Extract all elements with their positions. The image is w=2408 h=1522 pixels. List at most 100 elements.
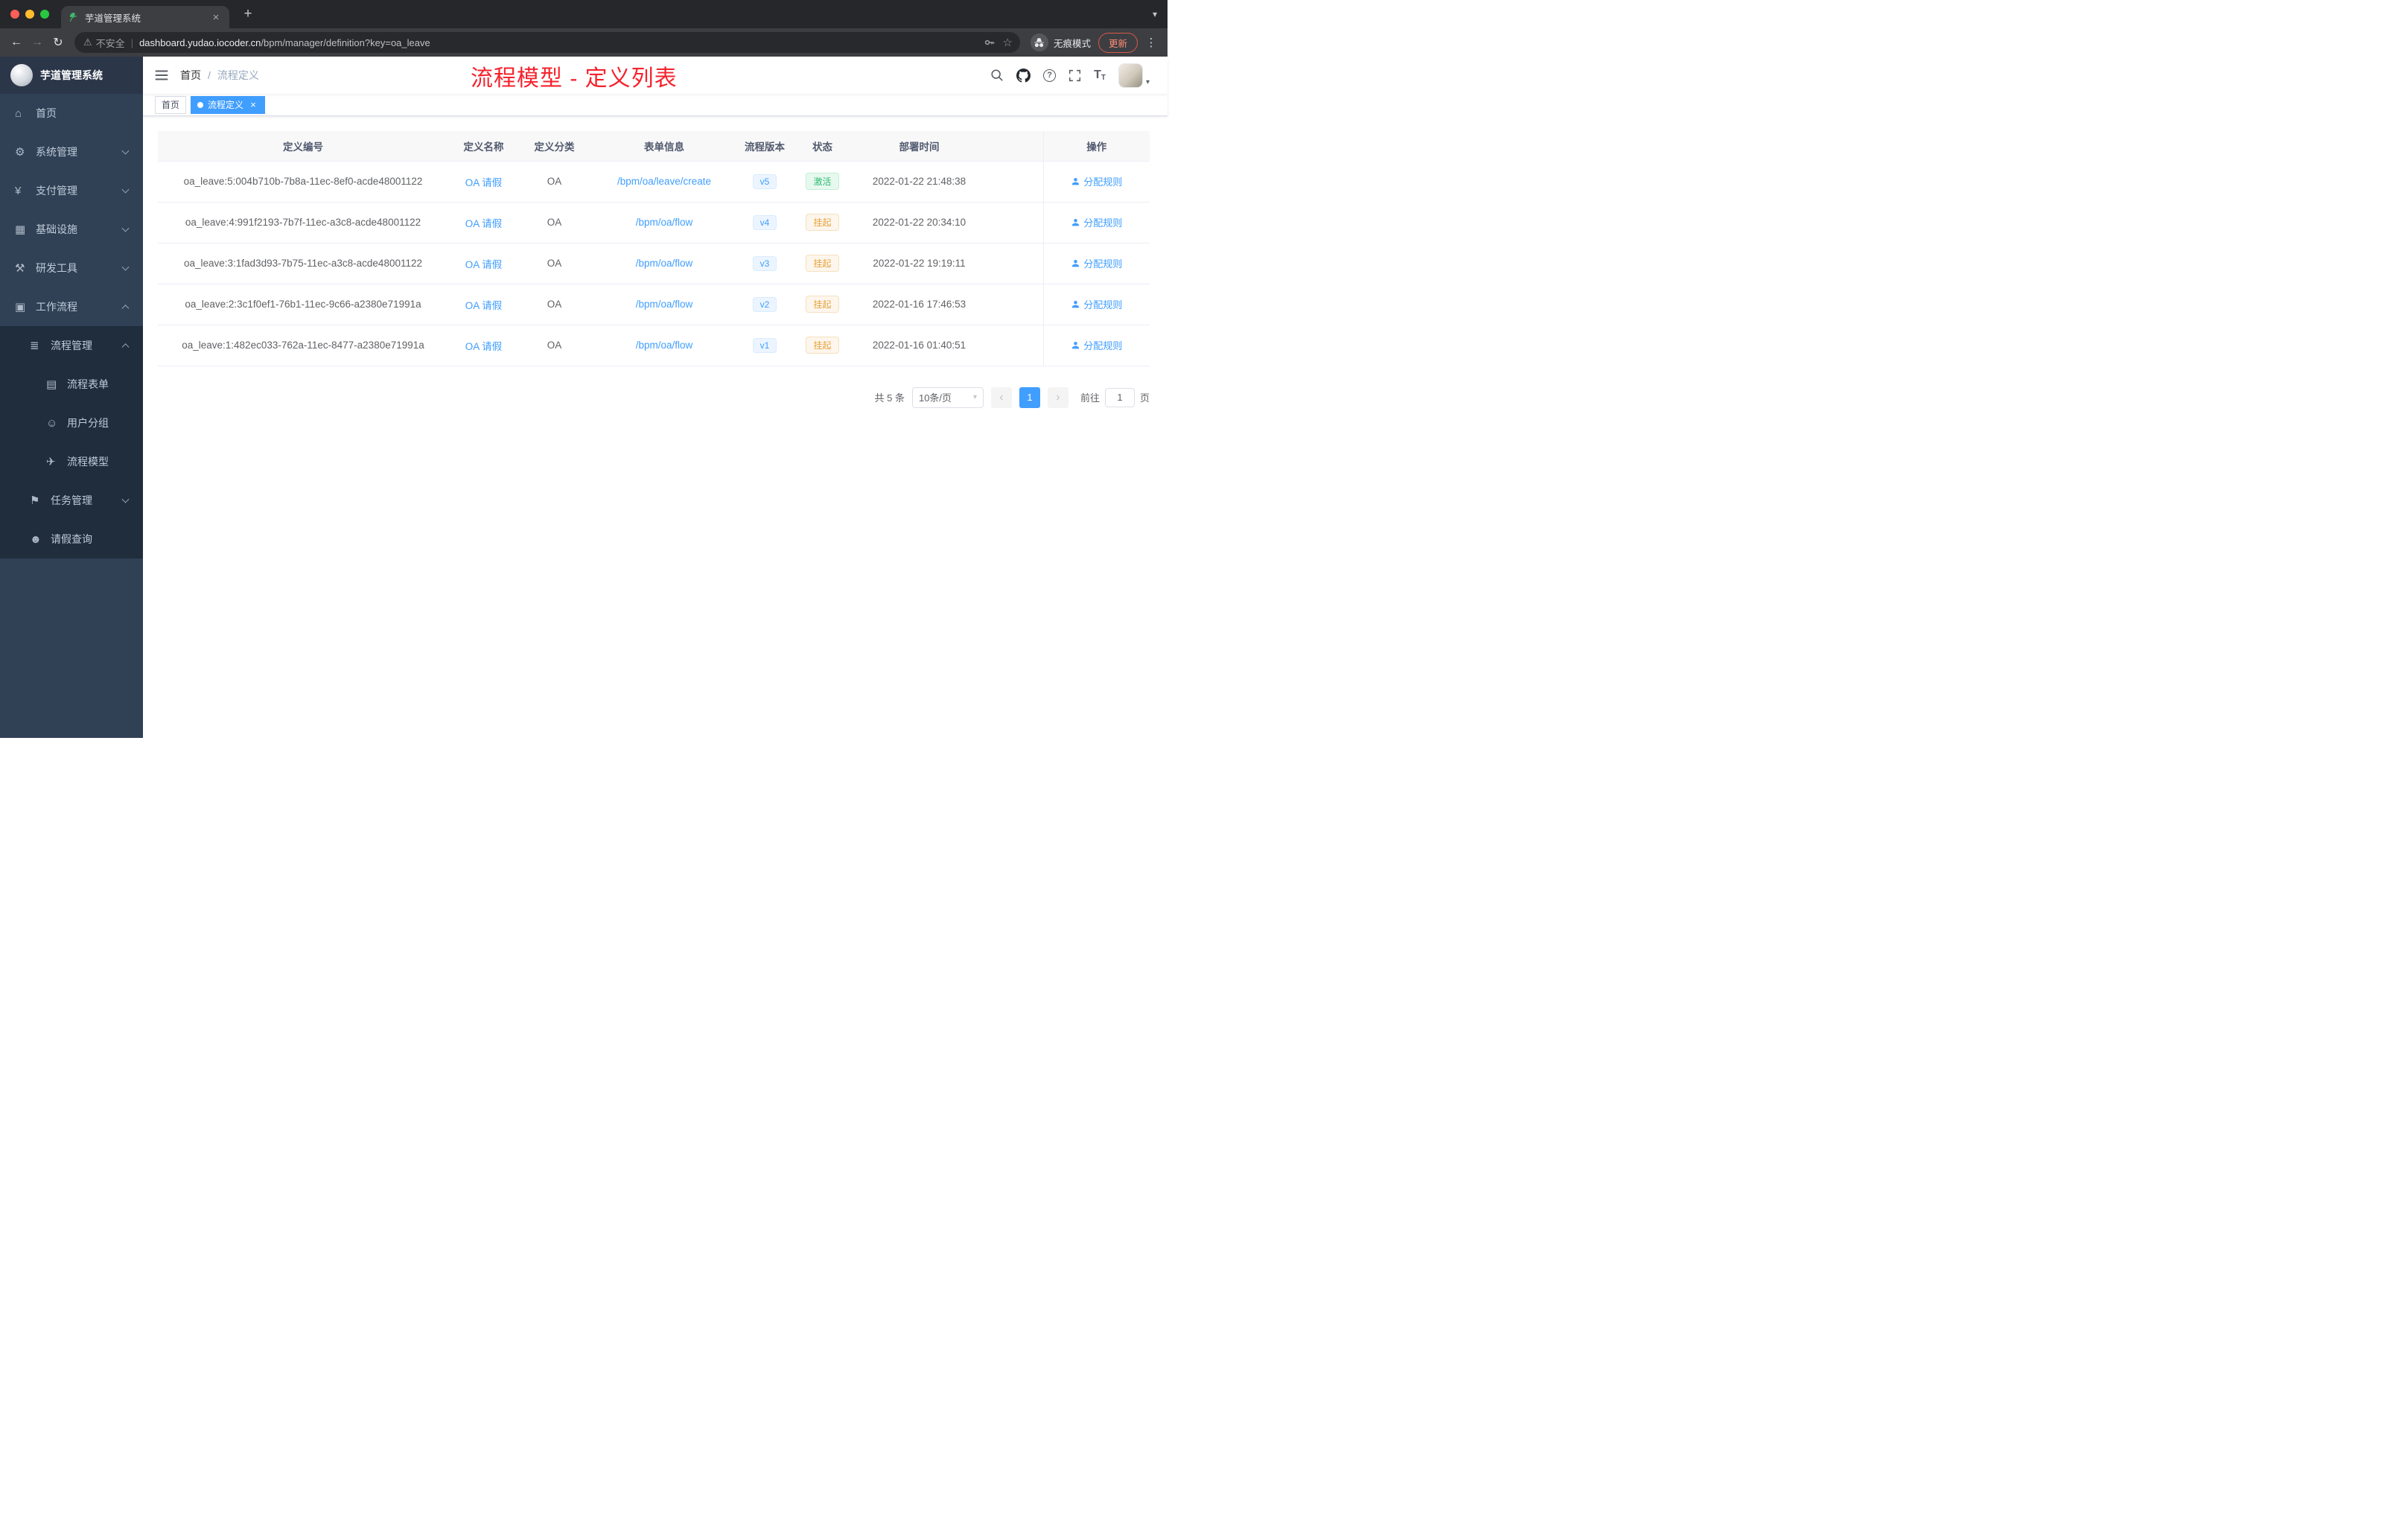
cell-category: OA bbox=[519, 325, 590, 366]
sidebar-item-home[interactable]: ⌂ 首页 bbox=[0, 94, 143, 133]
sidebar-item-payment-management[interactable]: ¥ 支付管理 bbox=[0, 171, 143, 210]
sidebar-item-process-management[interactable]: ≣ 流程管理 bbox=[0, 326, 143, 365]
tab-title: 芋道管理系统 bbox=[85, 13, 141, 24]
page-size-select[interactable]: 10条/页 ▾ bbox=[911, 386, 984, 408]
sidebar-item-leave-query[interactable]: ☻ 请假查询 bbox=[0, 520, 143, 558]
sidebar-item-task-management[interactable]: ⚑ 任务管理 bbox=[0, 481, 143, 520]
github-icon[interactable] bbox=[1016, 68, 1031, 83]
sidebar-item-icon: ¥ bbox=[15, 184, 22, 197]
column-header-category: 定义分类 bbox=[519, 131, 590, 162]
definition-table: 定义编号 定义名称 定义分类 表单信息 流程版本 状态 部署时间 操作 oa_l… bbox=[158, 131, 1150, 366]
definition-name-link[interactable]: OA 请假 bbox=[465, 341, 503, 352]
new-tab-button[interactable]: + bbox=[238, 4, 258, 24]
form-info-link[interactable]: /bpm/oa/flow bbox=[636, 217, 693, 228]
tag-close-icon[interactable]: × bbox=[248, 100, 258, 110]
table-header-row: 定义编号 定义名称 定义分类 表单信息 流程版本 状态 部署时间 操作 bbox=[158, 131, 1150, 162]
cell-deploy-time: 2022-01-16 01:40:51 bbox=[854, 325, 984, 366]
tags-view-bar: 首页 × 流程定义 × bbox=[143, 94, 1168, 116]
browser-update-button[interactable]: 更新 bbox=[1098, 32, 1138, 53]
app-header: 首页 / 流程定义 ? TT ▾ bbox=[143, 57, 1168, 94]
sidebar-item-infrastructure[interactable]: ▦ 基础设施 bbox=[0, 210, 143, 249]
sidebar-item-label: 用户分组 bbox=[67, 417, 109, 429]
address-bar[interactable]: ⚠ 不安全 | dashboard.yudao.iocoder.cn/bpm/m… bbox=[74, 32, 1020, 53]
chevron-icon bbox=[121, 224, 130, 232]
assign-rule-link[interactable]: 分配规则 bbox=[1071, 297, 1122, 311]
sidebar-item-icon: ☺ bbox=[46, 416, 58, 430]
browser-tab[interactable]: 芋道管理系统 × bbox=[61, 6, 229, 28]
form-info-link[interactable]: /bpm/oa/flow bbox=[636, 340, 693, 351]
sidebar-item-process-form[interactable]: ▤ 流程表单 bbox=[0, 365, 143, 404]
search-icon[interactable] bbox=[990, 69, 1004, 82]
user-avatar[interactable] bbox=[1118, 63, 1143, 88]
tag-home[interactable]: 首页 × bbox=[155, 95, 187, 114]
window-zoom-button[interactable] bbox=[40, 10, 49, 19]
column-header-name: 定义名称 bbox=[448, 131, 519, 162]
tab-close-icon[interactable]: × bbox=[210, 11, 222, 24]
sidebar-item-dev-tools[interactable]: ⚒ 研发工具 bbox=[0, 249, 143, 287]
cell-category: OA bbox=[519, 161, 590, 203]
user-icon bbox=[1072, 341, 1080, 349]
form-info-link[interactable]: /bpm/oa/flow bbox=[636, 299, 693, 310]
sidebar-item-system-management[interactable]: ⚙ 系统管理 bbox=[0, 133, 143, 171]
page-size-value: 10条/页 bbox=[918, 392, 952, 404]
security-warning-icon: ⚠ bbox=[83, 36, 92, 48]
column-header-filler bbox=[984, 131, 1043, 162]
cell-deploy-time: 2022-01-16 17:46:53 bbox=[854, 284, 984, 325]
app-logo[interactable]: 芋道管理系统 bbox=[0, 57, 143, 94]
tag-label: 流程定义 bbox=[208, 100, 244, 110]
definition-name-link[interactable]: OA 请假 bbox=[465, 300, 503, 311]
next-page-button[interactable]: › bbox=[1047, 386, 1068, 408]
user-icon bbox=[1072, 177, 1080, 185]
back-button[interactable]: ← bbox=[6, 32, 27, 53]
sidebar-item-label: 首页 bbox=[36, 107, 57, 119]
password-key-icon[interactable] bbox=[984, 36, 996, 48]
form-info-link[interactable]: /bpm/oa/flow bbox=[636, 258, 693, 269]
assign-rule-link[interactable]: 分配规则 bbox=[1071, 256, 1122, 270]
prev-page-button[interactable]: ‹ bbox=[990, 386, 1012, 408]
window-close-button[interactable] bbox=[10, 10, 19, 19]
browser-menu-icon[interactable]: ⋮ bbox=[1144, 36, 1159, 49]
tab-search-chevron-icon[interactable]: ▾ bbox=[1153, 9, 1157, 19]
form-info-link[interactable]: /bpm/oa/leave/create bbox=[617, 176, 711, 187]
sidebar-item-icon: ▤ bbox=[46, 378, 57, 391]
assign-rule-link[interactable]: 分配规则 bbox=[1071, 215, 1122, 229]
chevron-icon bbox=[121, 185, 130, 194]
incognito-label: 无痕模式 bbox=[1053, 38, 1091, 49]
window-minimize-button[interactable] bbox=[25, 10, 34, 19]
security-label[interactable]: 不安全 bbox=[96, 36, 125, 50]
sidebar-item-label: 系统管理 bbox=[36, 146, 77, 158]
url-host: dashboard.yudao.iocoder.cn bbox=[139, 36, 261, 48]
browser-toolbar: ← → ↻ ⚠ 不安全 | dashboard.yudao.iocoder.cn… bbox=[0, 28, 1168, 57]
forward-button[interactable]: → bbox=[27, 32, 48, 53]
column-header-version: 流程版本 bbox=[739, 131, 791, 162]
sidebar-item-label: 流程模型 bbox=[67, 456, 109, 468]
version-badge: v3 bbox=[752, 255, 777, 271]
sidebar-item-workflow[interactable]: ▣ 工作流程 bbox=[0, 287, 143, 326]
definition-name-link[interactable]: OA 请假 bbox=[465, 218, 503, 229]
fullscreen-icon[interactable] bbox=[1068, 69, 1081, 82]
assign-rule-link[interactable]: 分配规则 bbox=[1071, 174, 1122, 188]
sidebar-item-process-model[interactable]: ✈ 流程模型 bbox=[0, 442, 143, 481]
font-size-icon[interactable]: TT bbox=[1094, 69, 1106, 82]
sidebar-item-label: 任务管理 bbox=[51, 494, 92, 506]
sidebar-item-icon: ⚑ bbox=[30, 494, 40, 507]
sidebar-toggle-icon[interactable] bbox=[155, 69, 168, 81]
sidebar-item-user-group[interactable]: ☺ 用户分组 bbox=[0, 404, 143, 442]
sidebar-item-label: 研发工具 bbox=[36, 262, 77, 274]
definition-name-link[interactable]: OA 请假 bbox=[465, 177, 503, 188]
page-number-button[interactable]: 1 bbox=[1019, 386, 1040, 408]
definition-name-link[interactable]: OA 请假 bbox=[465, 259, 503, 270]
cell-category: OA bbox=[519, 284, 590, 325]
user-menu[interactable]: ▾ bbox=[1118, 63, 1150, 88]
goto-label: 前往 bbox=[1080, 392, 1100, 404]
tag-process-definition[interactable]: 流程定义 × bbox=[191, 95, 266, 114]
goto-page-input[interactable] bbox=[1104, 387, 1135, 407]
assign-rule-link[interactable]: 分配规则 bbox=[1071, 338, 1122, 352]
select-caret-icon: ▾ bbox=[972, 393, 977, 401]
help-icon[interactable]: ? bbox=[1043, 69, 1057, 82]
reload-button[interactable]: ↻ bbox=[48, 32, 69, 53]
status-badge: 挂起 bbox=[806, 337, 839, 354]
tag-label: 首页 bbox=[162, 100, 180, 110]
bookmark-star-icon[interactable]: ☆ bbox=[1003, 36, 1013, 49]
breadcrumb-home[interactable]: 首页 bbox=[180, 68, 201, 83]
